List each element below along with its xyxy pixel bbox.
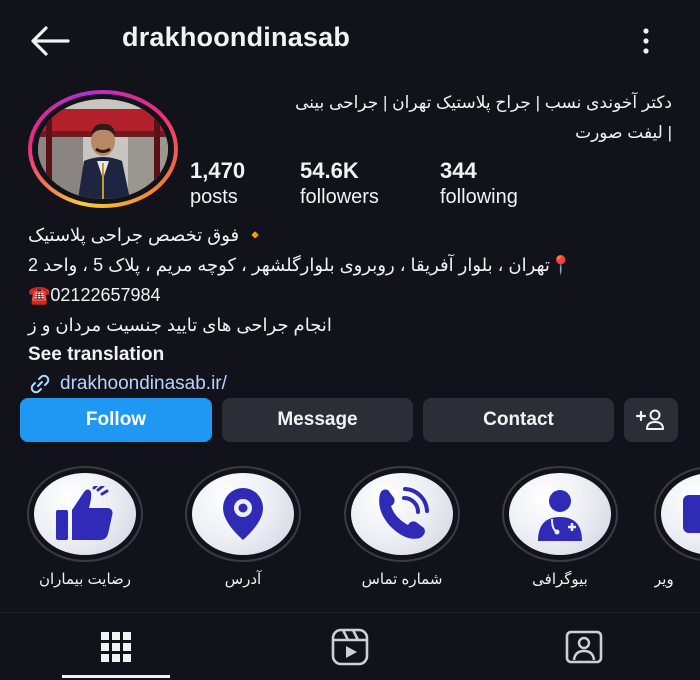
suggested-accounts-button[interactable] — [624, 398, 678, 442]
bio-line-specialty: 🔸 فوق تخصص جراحی پلاستیک — [28, 225, 267, 245]
highlight-label: رضایت بیماران — [39, 571, 131, 588]
website-link-text: drakhoondinasab.ir/ — [60, 373, 227, 394]
highlight-patient-satisfaction[interactable]: رضایت بیماران — [20, 466, 150, 588]
highlight-label: آدرس — [224, 571, 262, 588]
bio-headline-line-1: دکتر آخوندی نسب | جراح پلاستیک تهران | ج… — [295, 93, 672, 112]
active-tab-indicator — [62, 675, 170, 678]
stat-followers-label: followers — [300, 186, 379, 208]
top-bar: drakhoondinasab — [0, 0, 700, 78]
stat-posts[interactable]: 1,470 posts — [190, 158, 245, 209]
follow-button[interactable]: Follow — [20, 398, 212, 442]
video-icon — [683, 495, 700, 533]
tab-reels[interactable] — [330, 627, 370, 667]
bio: 🔸 فوق تخصص جراحی پلاستیک 📍تهران ، بلوار … — [28, 220, 668, 396]
website-link[interactable]: drakhoondinasab.ir/ — [28, 372, 668, 396]
back-arrow-icon[interactable] — [28, 24, 70, 58]
bio-line-services: انجام جراحی های تایید جنسیت مردان و ز — [28, 315, 332, 335]
profile-tabs — [0, 612, 700, 680]
bio-line-phone[interactable]: ☎️02122657984 — [28, 280, 668, 310]
grid-icon — [101, 632, 131, 662]
message-button[interactable]: Message — [222, 398, 413, 442]
highlight-phone-number[interactable]: شماره تماس — [337, 466, 467, 588]
location-pin-icon — [223, 488, 263, 540]
tab-posts-grid[interactable] — [96, 627, 136, 667]
stat-following[interactable]: 344 following — [440, 158, 518, 209]
reels-icon — [331, 628, 369, 666]
highlight-address[interactable]: آدرس — [178, 466, 308, 588]
bio-line-address: 📍تهران ، بلوار آفریقا ، روبروی بلوارگلشه… — [28, 255, 573, 275]
highlight-label: شماره تماس — [361, 571, 443, 588]
phone-icon — [379, 487, 429, 539]
profile-username: drakhoondinasab — [122, 22, 351, 52]
highlight-label: ویر — [654, 571, 674, 588]
tagged-user-icon — [565, 630, 603, 664]
contact-button[interactable]: Contact — [423, 398, 614, 442]
highlight-biography[interactable]: بیوگرافی — [495, 466, 625, 588]
tab-tagged[interactable] — [564, 627, 604, 667]
bio-headline-line-2: | لیفت صورت — [575, 123, 672, 142]
bio-headline: دکتر آخوندی نسب | جراح پلاستیک تهران | ج… — [192, 88, 672, 148]
highlight-label: بیوگرافی — [532, 571, 588, 588]
stat-followers-value: 54.6K — [300, 158, 359, 183]
thumbs-up-icon — [56, 486, 113, 540]
stat-posts-label: posts — [190, 186, 238, 208]
link-icon — [30, 374, 50, 394]
add-user-icon — [636, 409, 664, 430]
see-translation-link[interactable]: See translation — [28, 342, 668, 368]
stat-following-value: 344 — [440, 158, 477, 183]
stat-following-label: following — [440, 186, 518, 208]
stat-posts-value: 1,470 — [190, 158, 246, 183]
avatar — [38, 99, 168, 199]
highlight-video[interactable]: ویر — [654, 466, 700, 588]
profile-avatar-story-ring[interactable] — [28, 90, 178, 208]
doctor-icon — [538, 490, 582, 541]
stat-followers[interactable]: 54.6K followers — [300, 158, 379, 209]
more-options-icon[interactable] — [636, 26, 656, 56]
